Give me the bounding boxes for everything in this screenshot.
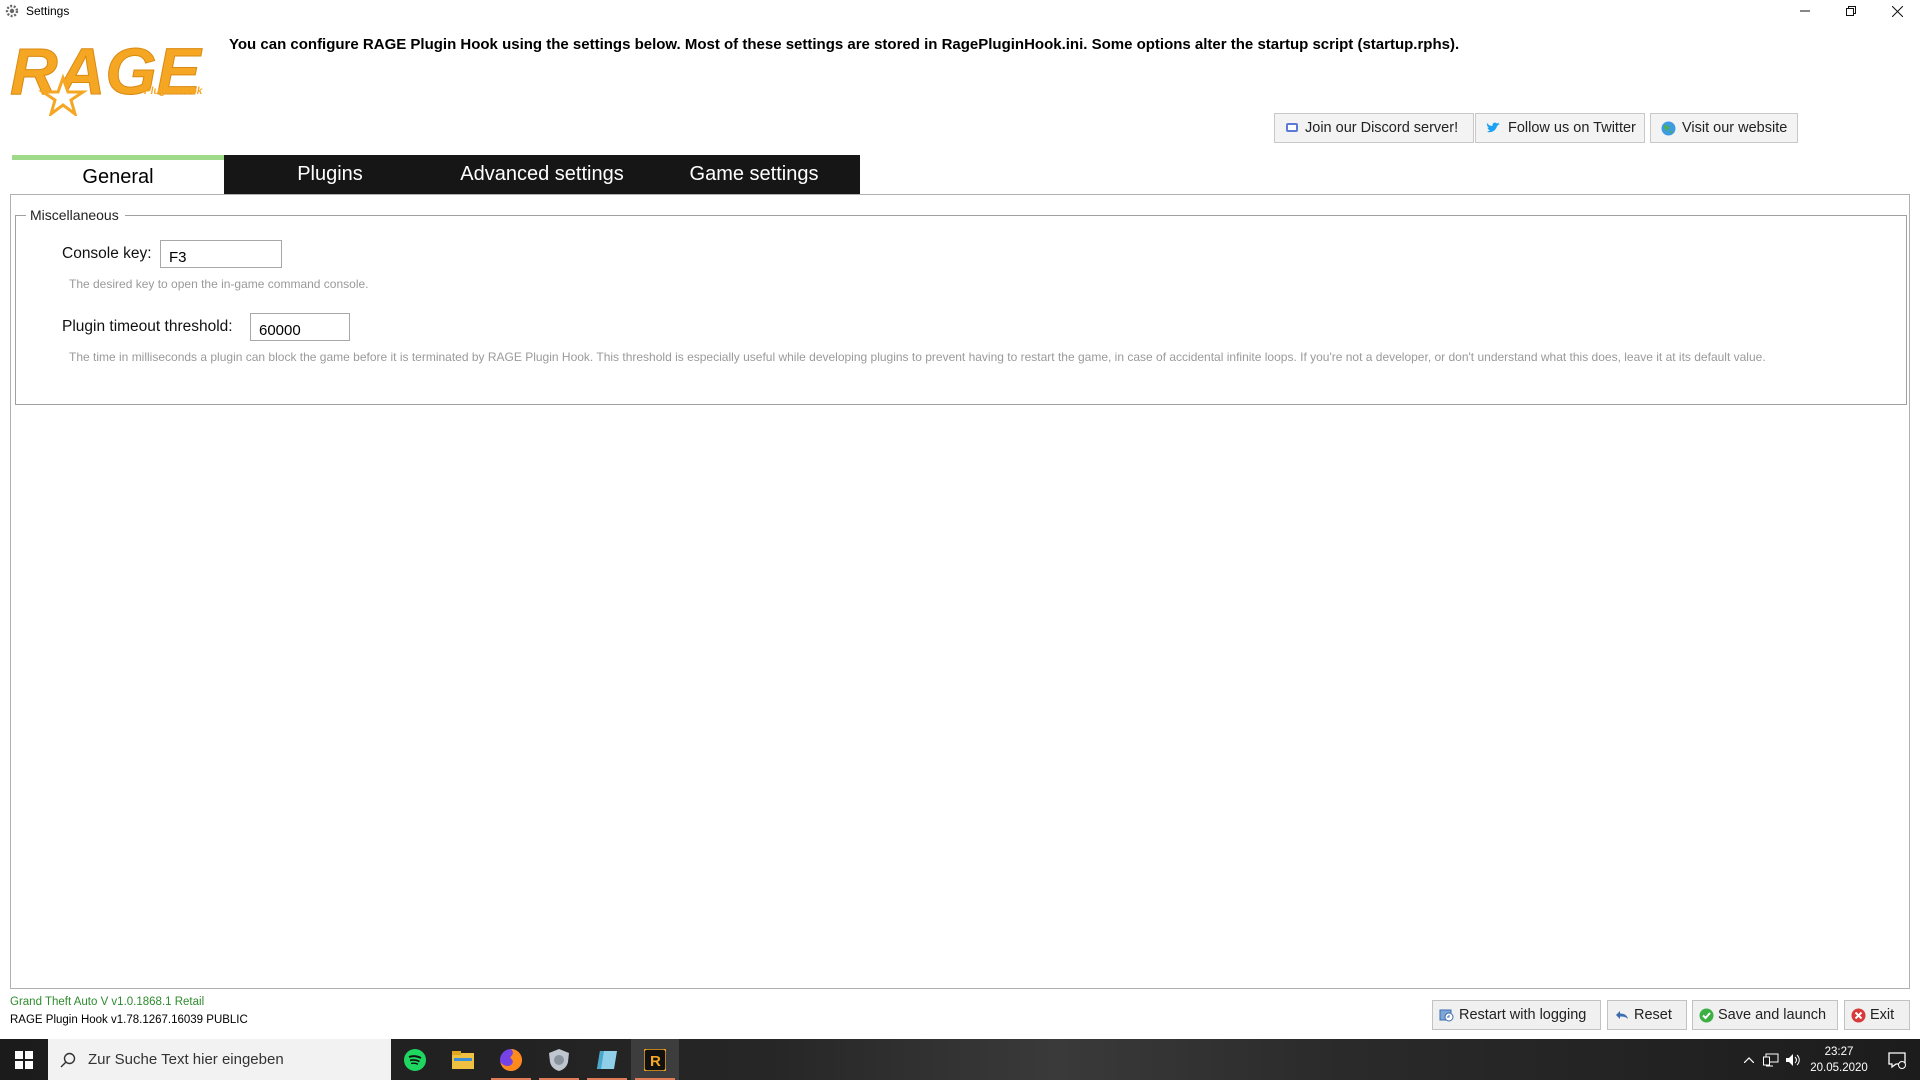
title-bar: Settings — [0, 0, 1920, 22]
exit-button[interactable]: Exit — [1844, 1000, 1910, 1030]
twitter-icon — [1486, 122, 1500, 133]
reset-button[interactable]: Reset — [1607, 1000, 1687, 1030]
tab-general-label: General — [82, 165, 154, 188]
tab-advanced-settings-label: Advanced settings — [460, 163, 624, 185]
console-key-description: The desired key to open the in-game comm… — [69, 277, 369, 291]
tab-plugins[interactable]: Plugins — [224, 155, 436, 194]
windows-icon — [15, 1050, 33, 1069]
twitter-label: Follow us on Twitter — [1508, 120, 1636, 136]
spotify-taskbar-icon[interactable] — [391, 1039, 439, 1080]
volume-icon[interactable] — [1782, 1039, 1804, 1080]
undo-icon — [1616, 1011, 1628, 1019]
clock-time: 23:27 — [1824, 1045, 1854, 1058]
exit-label: Exit — [1870, 1007, 1895, 1023]
checkmark-icon — [1699, 1008, 1714, 1022]
tab-game-settings[interactable]: Game settings — [648, 155, 860, 194]
game-version: Grand Theft Auto V v1.0.1868.1 Retail — [10, 996, 205, 1008]
svg-text:R: R — [650, 1053, 661, 1070]
restore-icon — [1846, 6, 1856, 16]
network-icon[interactable] — [1760, 1039, 1782, 1080]
shield-app-taskbar-icon[interactable] — [535, 1039, 583, 1080]
restart-logging-icon — [1439, 1009, 1454, 1022]
window-controls — [1782, 0, 1920, 22]
start-button[interactable] — [0, 1039, 48, 1080]
reset-label: Reset — [1634, 1007, 1672, 1023]
plugin-timeout-label: Plugin timeout threshold: — [62, 318, 233, 335]
minimize-icon — [1800, 10, 1810, 12]
chevron-up-icon[interactable] — [1738, 1039, 1760, 1080]
discord-button[interactable]: Join our Discord server! — [1274, 113, 1474, 143]
twitter-button[interactable]: Follow us on Twitter — [1475, 113, 1645, 143]
settings-window: Settings RAGE Plugin Hook You can config… — [0, 0, 1920, 1039]
rage-plugin-hook-taskbar-icon[interactable]: R — [631, 1039, 679, 1080]
minimize-button[interactable] — [1782, 0, 1828, 22]
console-key-input[interactable] — [160, 240, 282, 268]
website-label: Visit our website — [1682, 120, 1788, 136]
website-button[interactable]: Visit our website — [1650, 113, 1798, 143]
exit-icon — [1851, 1008, 1866, 1022]
taskbar: Zur Suche Text hier eingeben R 23:27 20.… — [0, 1039, 1920, 1080]
tab-content-general: Miscellaneous Console key: The desired k… — [10, 194, 1910, 989]
svg-text:Plugin Hook: Plugin Hook — [144, 86, 203, 97]
tab-advanced-settings[interactable]: Advanced settings — [436, 155, 648, 194]
tab-bar: General Plugins Advanced settings Game s… — [12, 155, 860, 194]
console-key-label: Console key: — [62, 245, 152, 262]
taskbar-clock[interactable]: 23:27 20.05.2020 — [1804, 1044, 1874, 1076]
header-description: You can configure RAGE Plugin Hook using… — [229, 36, 1460, 53]
tab-game-settings-label: Game settings — [689, 163, 819, 185]
globe-icon — [1661, 121, 1676, 135]
firefox-taskbar-icon[interactable] — [487, 1039, 535, 1080]
miscellaneous-group: Miscellaneous Console key: The desired k… — [15, 207, 1907, 405]
close-button[interactable] — [1874, 0, 1920, 22]
group-title: Miscellaneous — [26, 207, 125, 223]
clock-date: 20.05.2020 — [1810, 1061, 1868, 1074]
plugin-timeout-input[interactable] — [250, 313, 350, 341]
restart-with-logging-button[interactable]: Restart with logging — [1432, 1000, 1601, 1030]
save-and-launch-button[interactable]: Save and launch — [1692, 1000, 1838, 1030]
plugin-timeout-description: The time in milliseconds a plugin can bl… — [69, 350, 1766, 364]
file-explorer-taskbar-icon[interactable] — [439, 1039, 487, 1080]
discord-icon — [1286, 123, 1298, 132]
window-title: Settings — [26, 4, 70, 18]
system-tray: 23:27 20.05.2020 — [1738, 1039, 1920, 1080]
restart-with-logging-label: Restart with logging — [1459, 1007, 1587, 1023]
tab-general[interactable]: General — [12, 155, 224, 194]
tab-plugins-label: Plugins — [297, 163, 363, 185]
save-and-launch-label: Save and launch — [1718, 1007, 1827, 1023]
close-icon — [1891, 5, 1903, 17]
gear-icon — [4, 3, 20, 19]
notification-center-icon[interactable] — [1874, 1039, 1920, 1080]
restore-button[interactable] — [1828, 0, 1874, 22]
rage-logo: RAGE Plugin Hook — [8, 26, 218, 118]
search-icon — [60, 1052, 76, 1067]
notes-app-taskbar-icon[interactable] — [583, 1039, 631, 1080]
discord-label: Join our Discord server! — [1305, 120, 1459, 136]
taskbar-search[interactable]: Zur Suche Text hier eingeben — [48, 1039, 391, 1080]
search-placeholder: Zur Suche Text hier eingeben — [88, 1051, 284, 1068]
hook-version: RAGE Plugin Hook v1.78.1267.16039 PUBLIC — [10, 1014, 248, 1026]
